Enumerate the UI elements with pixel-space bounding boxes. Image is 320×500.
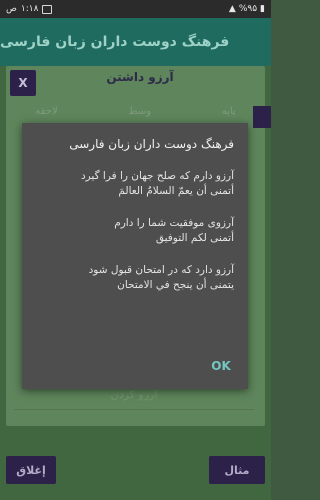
close-button[interactable]: إغلاق <box>6 456 56 484</box>
status-left: ص ۱:۱۸ <box>6 4 53 14</box>
background-side-button[interactable] <box>253 106 271 128</box>
ok-button[interactable]: OK <box>206 355 236 377</box>
arabic-translation: أتمنى لكم التوفيق <box>155 232 234 244</box>
signal-icon: ▲ <box>228 4 236 14</box>
battery-level: %۹۵ <box>238 4 258 14</box>
persian-sentence: آرزو دارم که صلح جهان را فرا گیرد <box>80 170 234 182</box>
status-period: ص <box>6 4 17 14</box>
dialog-title: فرهنگ دوست داران زبان فارسی <box>69 137 234 151</box>
app-title: فرهنگ دوست داران زبان فارسی <box>0 34 230 50</box>
screenshot-icon <box>42 4 53 14</box>
example-entry: آرزو دارم که صلح جهان را فرا گیرد أتمنى … <box>36 169 234 199</box>
battery-icon: ▮ <box>260 4 265 14</box>
persian-sentence: آرزو دارد که در امتحان قبول شود <box>88 264 234 276</box>
background-close-x-button[interactable]: X <box>10 70 36 96</box>
persian-sentence: آرزوی موفقیت شما را دارم <box>114 217 234 229</box>
status-right: ▲ %۹۵ ▮ <box>229 4 265 14</box>
example-button[interactable]: مثال <box>209 456 265 484</box>
app-bar: فرهنگ دوست داران زبان فارسی <box>0 18 271 66</box>
example-dialog: فرهنگ دوست داران زبان فارسی آرزو دارم که… <box>22 123 248 389</box>
arabic-translation: يتمنى أن ينجح في الامتحان <box>117 279 234 291</box>
example-entry: آرزو دارد که در امتحان قبول شود يتمنى أن… <box>36 263 234 293</box>
example-entry: آرزوی موفقیت شما را دارم أتمنى لكم التوف… <box>36 216 234 246</box>
dialog-body: آرزو دارم که صلح جهان را فرا گیرد أتمنى … <box>22 169 248 310</box>
arabic-translation: أتمنى أن يعمّ السلامُ العالمَ <box>118 185 234 197</box>
status-time: ۱:۱۸ <box>20 4 39 14</box>
status-bar: ص ۱:۱۸ ▲ %۹۵ ▮ <box>0 0 271 18</box>
background-title: آرزو داشتن <box>106 70 174 84</box>
